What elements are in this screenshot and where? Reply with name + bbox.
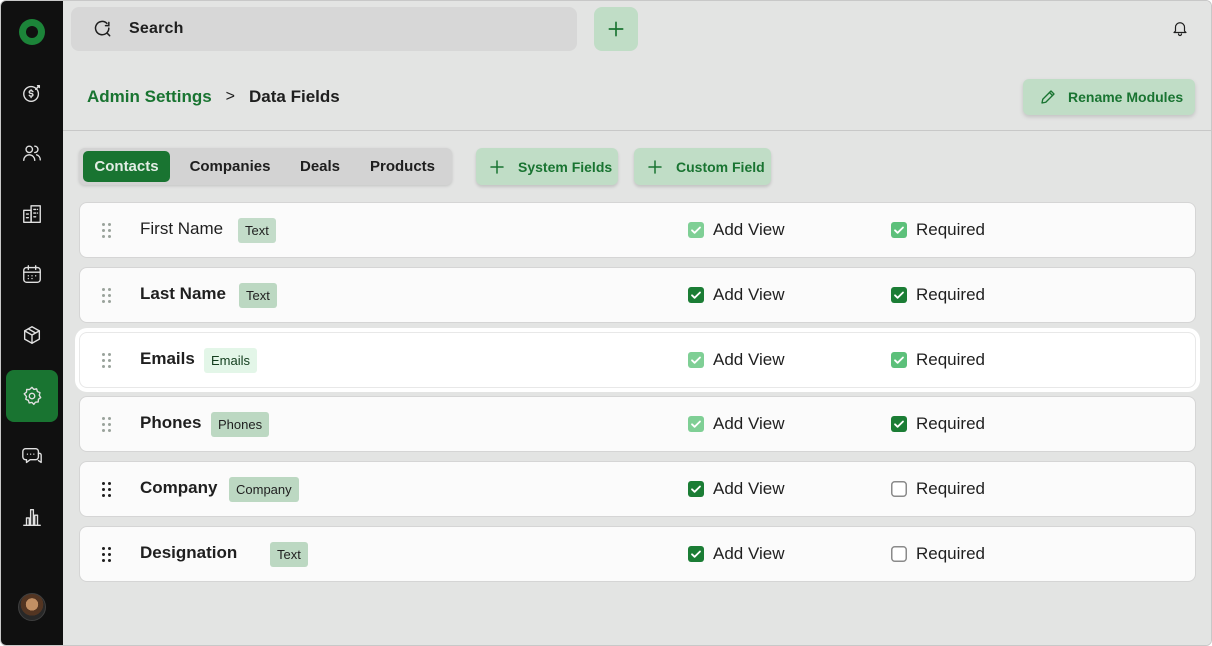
gear-icon xyxy=(23,386,42,406)
field-type-badge: Company xyxy=(229,477,299,502)
field-name: Designation xyxy=(140,543,238,562)
page-title: Data Fields xyxy=(249,87,340,106)
plus-icon xyxy=(648,159,662,174)
add-button[interactable] xyxy=(594,7,638,51)
breadcrumb-admin-settings[interactable]: Admin Settings xyxy=(87,87,212,107)
required-checkbox[interactable] xyxy=(891,222,907,238)
building-icon xyxy=(23,205,41,223)
add-view-checkbox[interactable] xyxy=(688,481,704,497)
tab-products[interactable]: Products xyxy=(358,151,447,182)
required-checkbox[interactable] xyxy=(891,287,907,303)
breadcrumb-separator: > xyxy=(225,88,236,105)
sidebar-item-settings[interactable] xyxy=(6,370,58,422)
drag-handle-icon[interactable] xyxy=(102,417,112,433)
breadcrumb: Admin Settings > Data Fields xyxy=(87,85,340,109)
tab-deals[interactable]: Deals xyxy=(290,151,350,182)
required-label: Required xyxy=(916,479,985,498)
field-type-badge: Text xyxy=(270,542,308,567)
sidebar xyxy=(1,1,63,645)
add-view-checkbox[interactable] xyxy=(688,546,704,562)
rename-modules-button[interactable]: Rename Modules xyxy=(1023,79,1195,115)
drag-handle-icon[interactable] xyxy=(102,353,112,369)
field-name: Last Name xyxy=(140,284,226,303)
required-label: Required xyxy=(916,285,985,304)
field-row[interactable]: Last Name Text Add View Required xyxy=(79,267,1196,323)
sidebar-item-reports[interactable] xyxy=(6,491,58,543)
field-name: Emails xyxy=(140,349,195,368)
sidebar-item-messages[interactable] xyxy=(6,430,58,482)
rename-modules-label: Rename Modules xyxy=(1068,89,1184,105)
field-name: Company xyxy=(140,478,218,497)
field-type-badge: Text xyxy=(239,283,277,308)
notifications-button[interactable] xyxy=(1171,19,1191,39)
field-type-badge: Phones xyxy=(211,412,270,437)
plus-icon xyxy=(490,159,504,174)
add-view-label: Add View xyxy=(713,544,785,563)
add-view-label: Add View xyxy=(713,220,785,239)
add-view-label: Add View xyxy=(713,350,785,369)
tab-contacts[interactable]: Contacts xyxy=(83,151,170,182)
calendar-icon xyxy=(23,265,41,283)
pencil-icon xyxy=(1041,90,1055,104)
required-label: Required xyxy=(916,414,985,433)
app-window: Search Admin Settings > Data Fields Rena… xyxy=(0,0,1212,646)
required-checkbox[interactable] xyxy=(891,416,907,432)
field-row[interactable]: Emails Emails Add View Required xyxy=(79,332,1196,388)
box-icon xyxy=(23,326,41,344)
sidebar-item-contacts[interactable] xyxy=(6,127,58,179)
tab-companies[interactable]: Companies xyxy=(177,151,283,182)
dollar-target-icon xyxy=(23,84,41,102)
required-checkbox[interactable] xyxy=(891,352,907,368)
divider xyxy=(63,130,1211,131)
module-tabs: Contacts Companies Deals Products xyxy=(79,148,452,185)
field-row[interactable]: Designation Text Add View Required xyxy=(79,526,1196,582)
drag-handle-icon[interactable] xyxy=(102,547,112,563)
add-view-checkbox[interactable] xyxy=(688,287,704,303)
add-view-checkbox[interactable] xyxy=(688,222,704,238)
sidebar-item-deals[interactable] xyxy=(6,67,58,119)
sidebar-item-products[interactable] xyxy=(6,309,58,361)
bell-icon xyxy=(1173,22,1187,37)
field-name: Phones xyxy=(140,413,202,432)
system-fields-label: System Fields xyxy=(518,158,613,175)
add-view-label: Add View xyxy=(713,479,785,498)
chat-icon xyxy=(22,447,42,464)
sidebar-item-companies[interactable] xyxy=(6,188,58,240)
plus-icon xyxy=(608,21,624,37)
required-checkbox[interactable] xyxy=(891,481,907,497)
logo-icon[interactable] xyxy=(19,19,45,45)
field-row[interactable]: Company Company Add View Required xyxy=(79,461,1196,517)
field-type-badge: Emails xyxy=(204,348,258,373)
field-type-badge: Text xyxy=(238,218,276,243)
add-view-label: Add View xyxy=(713,414,785,433)
field-row[interactable]: First Name Text Add View Required xyxy=(79,202,1196,258)
custom-field-label: Custom Field xyxy=(676,158,765,175)
search-bar[interactable]: Search xyxy=(71,7,577,51)
bar-chart-icon xyxy=(23,508,41,526)
required-label: Required xyxy=(916,220,985,239)
required-label: Required xyxy=(916,544,985,563)
add-view-checkbox[interactable] xyxy=(688,416,704,432)
sidebar-item-calendar[interactable] xyxy=(6,248,58,300)
system-fields-button[interactable]: System Fields xyxy=(476,148,618,185)
field-row[interactable]: Phones Phones Add View Required xyxy=(79,396,1196,452)
drag-handle-icon[interactable] xyxy=(102,288,112,304)
drag-handle-icon[interactable] xyxy=(102,482,112,498)
add-view-checkbox[interactable] xyxy=(688,352,704,368)
required-label: Required xyxy=(916,350,985,369)
users-icon xyxy=(23,145,41,162)
add-view-label: Add View xyxy=(713,285,785,304)
required-checkbox[interactable] xyxy=(891,546,907,562)
search-icon xyxy=(94,20,111,37)
avatar[interactable] xyxy=(18,593,46,621)
drag-handle-icon[interactable] xyxy=(102,223,112,239)
field-name: First Name xyxy=(140,219,224,238)
custom-field-button[interactable]: Custom Field xyxy=(634,148,771,185)
search-input[interactable]: Search xyxy=(129,20,184,38)
